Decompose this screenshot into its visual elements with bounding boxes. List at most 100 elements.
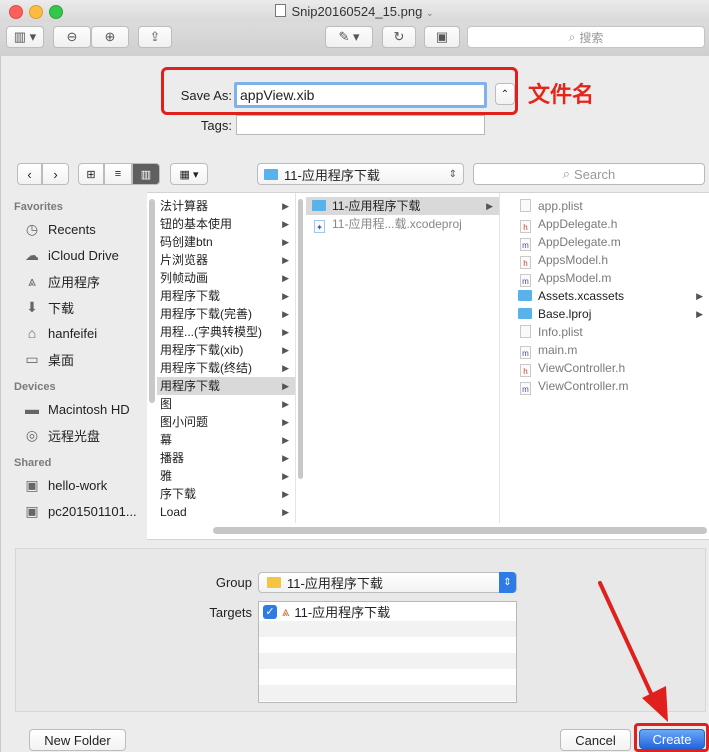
path-popup[interactable]: 11-应用程序下载 ⇕ bbox=[257, 163, 464, 185]
list-item[interactable]: m ViewController.m bbox=[512, 377, 709, 395]
source-file-icon: m bbox=[520, 382, 531, 395]
sidebar-item-hello-work[interactable]: ▣ hello-work bbox=[9, 472, 147, 498]
arrow-head-icon bbox=[642, 686, 668, 722]
target-row[interactable]: ✓ ⩓ 11-应用程序下载 bbox=[259, 602, 516, 621]
checkbox-checked-icon[interactable]: ✓ bbox=[263, 604, 277, 619]
list-item[interactable]: 序下载 ▶ bbox=[157, 485, 295, 503]
list-item[interactable]: m main.m bbox=[512, 341, 709, 359]
list-item[interactable]: Assets.xcassets ▶ bbox=[512, 287, 709, 305]
list-item[interactable]: h AppDelegate.h bbox=[512, 215, 709, 233]
list-item[interactable]: 雅 ▶ bbox=[157, 467, 295, 485]
chevron-right-icon: ▶ bbox=[282, 291, 289, 301]
expand-collapse-button[interactable]: ⌃ bbox=[495, 83, 515, 105]
sidebar-item-remote-disc[interactable]: ◎ 远程光盘 bbox=[9, 422, 147, 448]
list-item[interactable]: h ViewController.h bbox=[512, 359, 709, 377]
list-item[interactable]: h AppsModel.h bbox=[512, 251, 709, 269]
list-item[interactable]: 法计算器 ▶ bbox=[157, 197, 295, 215]
column-browser: 法计算器 ▶ 钮的基本使用 ▶ 码创建btn ▶ 片浏览器 ▶ 列帧动画 ▶ 用程序下载 ▶… bbox=[147, 192, 709, 540]
sidebar-item-macintosh-hd[interactable]: ▬ Macintosh HD bbox=[9, 396, 147, 422]
zoom-out-icon: ⊖ bbox=[66, 29, 78, 44]
empty-row bbox=[259, 653, 516, 669]
list-item[interactable]: m AppsModel.m bbox=[512, 269, 709, 287]
search-icon: ⌕ bbox=[568, 29, 576, 44]
folder-icon bbox=[518, 290, 532, 301]
new-folder-button[interactable]: New Folder bbox=[29, 729, 126, 751]
list-item[interactable]: Load ▶ bbox=[157, 503, 295, 521]
column-2-scrollbar[interactable] bbox=[298, 199, 303, 479]
source-file-icon: m bbox=[520, 274, 531, 287]
columns-icon: ▥ bbox=[140, 168, 152, 181]
desktop-icon: ▭ bbox=[25, 350, 39, 367]
toolbox-button[interactable]: ▣ bbox=[424, 26, 460, 48]
sidebar-item-icloud-drive[interactable]: ☁ iCloud Drive bbox=[9, 242, 147, 268]
chevron-right-icon: ▶ bbox=[282, 219, 289, 229]
clock-icon: ◷ bbox=[25, 220, 39, 237]
list-item[interactable]: 图小问题 ▶ bbox=[157, 413, 295, 431]
zoom-in-button[interactable]: ⊕ bbox=[91, 26, 129, 48]
computer-icon: ▣ bbox=[25, 476, 39, 493]
chevron-down-icon[interactable]: ⌄ bbox=[426, 8, 434, 18]
share-button[interactable]: ⇪ bbox=[138, 26, 172, 48]
sidebar-item-applications[interactable]: ⩓ 应用程序 bbox=[9, 268, 147, 294]
finder-search-field[interactable]: ⌕ Search bbox=[473, 163, 705, 185]
computer-icon: ▣ bbox=[25, 502, 39, 519]
icon-view-button[interactable]: ⊞ bbox=[78, 163, 104, 185]
list-item-selected[interactable]: 用程序下载 ▶ bbox=[157, 377, 295, 395]
download-icon: ⬇ bbox=[26, 298, 38, 315]
list-item[interactable]: ✦ 11-应用程...载.xcodeproj bbox=[306, 215, 499, 233]
sidebar-item-pc[interactable]: ▣ pc201501101... bbox=[9, 498, 147, 524]
grid-icon: ⊞ bbox=[86, 168, 96, 181]
empty-row bbox=[259, 669, 516, 685]
list-view-button[interactable]: ≡ bbox=[104, 163, 132, 185]
favorites-header: Favorites bbox=[14, 201, 63, 213]
folder-icon bbox=[518, 308, 532, 319]
tags-field[interactable] bbox=[236, 115, 485, 135]
horizontal-scrollbar[interactable] bbox=[213, 527, 707, 534]
list-item[interactable]: 列帧动画 ▶ bbox=[157, 269, 295, 287]
list-item[interactable]: 码创建btn ▶ bbox=[157, 233, 295, 251]
column-view-button[interactable]: ▥ bbox=[132, 163, 160, 185]
list-item[interactable]: 用程序下载 ▶ bbox=[157, 287, 295, 305]
back-button[interactable]: ‹ bbox=[17, 163, 42, 185]
list-item[interactable]: 图 ▶ bbox=[157, 395, 295, 413]
chevron-right-icon: ▶ bbox=[282, 453, 289, 463]
list-item-selected[interactable]: 11-应用程序下载 ▶ bbox=[306, 197, 499, 215]
list-item[interactable]: m AppDelegate.m bbox=[512, 233, 709, 251]
chevron-right-icon: ▶ bbox=[282, 309, 289, 319]
chevron-right-icon: ▶ bbox=[696, 291, 703, 301]
zoom-out-button[interactable]: ⊖ bbox=[53, 26, 91, 48]
sidebar-item-desktop[interactable]: ▭ 桌面 bbox=[9, 346, 147, 372]
markup-button[interactable]: ✎ ▾ bbox=[325, 26, 373, 48]
chevron-right-icon: ▶ bbox=[486, 201, 493, 211]
list-item[interactable]: 用程序下载(终结) ▶ bbox=[157, 359, 295, 377]
sidebar-item-recents[interactable]: ◷ Recents bbox=[9, 216, 147, 242]
list-item[interactable]: 用程序下载(xib) ▶ bbox=[157, 341, 295, 359]
list-item[interactable]: app.plist bbox=[512, 197, 709, 215]
plist-file-icon bbox=[520, 325, 531, 338]
save-as-field[interactable]: appView.xib bbox=[234, 82, 487, 108]
sidebar-item-home[interactable]: ⌂ hanfeifei bbox=[9, 320, 147, 346]
list-item[interactable]: Info.plist bbox=[512, 323, 709, 341]
sidebar-item-downloads[interactable]: ⬇ 下载 bbox=[9, 294, 147, 320]
list-item[interactable]: 幕 ▶ bbox=[157, 431, 295, 449]
chevron-right-icon: ▶ bbox=[282, 201, 289, 211]
toolbar-search-field[interactable]: ⌕ 搜索 bbox=[467, 26, 705, 48]
document-icon bbox=[275, 4, 287, 17]
rotate-button[interactable]: ↻ bbox=[382, 26, 416, 48]
updown-icon: ⇕ bbox=[499, 572, 516, 593]
sidebar-toggle-button[interactable]: ▥ ▾ bbox=[6, 26, 44, 48]
search-icon: ⌕ bbox=[562, 166, 571, 181]
group-popup[interactable]: 11-应用程序下载 ⇕ bbox=[258, 572, 517, 593]
list-item[interactable]: Base.lproj ▶ bbox=[512, 305, 709, 323]
list-item[interactable]: 片浏览器 ▶ bbox=[157, 251, 295, 269]
list-item[interactable]: 播器 ▶ bbox=[157, 449, 295, 467]
forward-button[interactable]: › bbox=[42, 163, 69, 185]
list-item[interactable]: 用程序下载(完善) ▶ bbox=[157, 305, 295, 323]
arrange-button[interactable]: ▦ ▾ bbox=[170, 163, 208, 185]
create-button[interactable]: Create bbox=[639, 729, 705, 749]
home-icon: ⌂ bbox=[27, 325, 37, 341]
list-item[interactable]: 钮的基本使用 ▶ bbox=[157, 215, 295, 233]
cancel-button[interactable]: Cancel bbox=[560, 729, 631, 751]
column-1-scrollbar[interactable] bbox=[149, 199, 155, 403]
list-item[interactable]: 用程...(字典转模型) ▶ bbox=[157, 323, 295, 341]
